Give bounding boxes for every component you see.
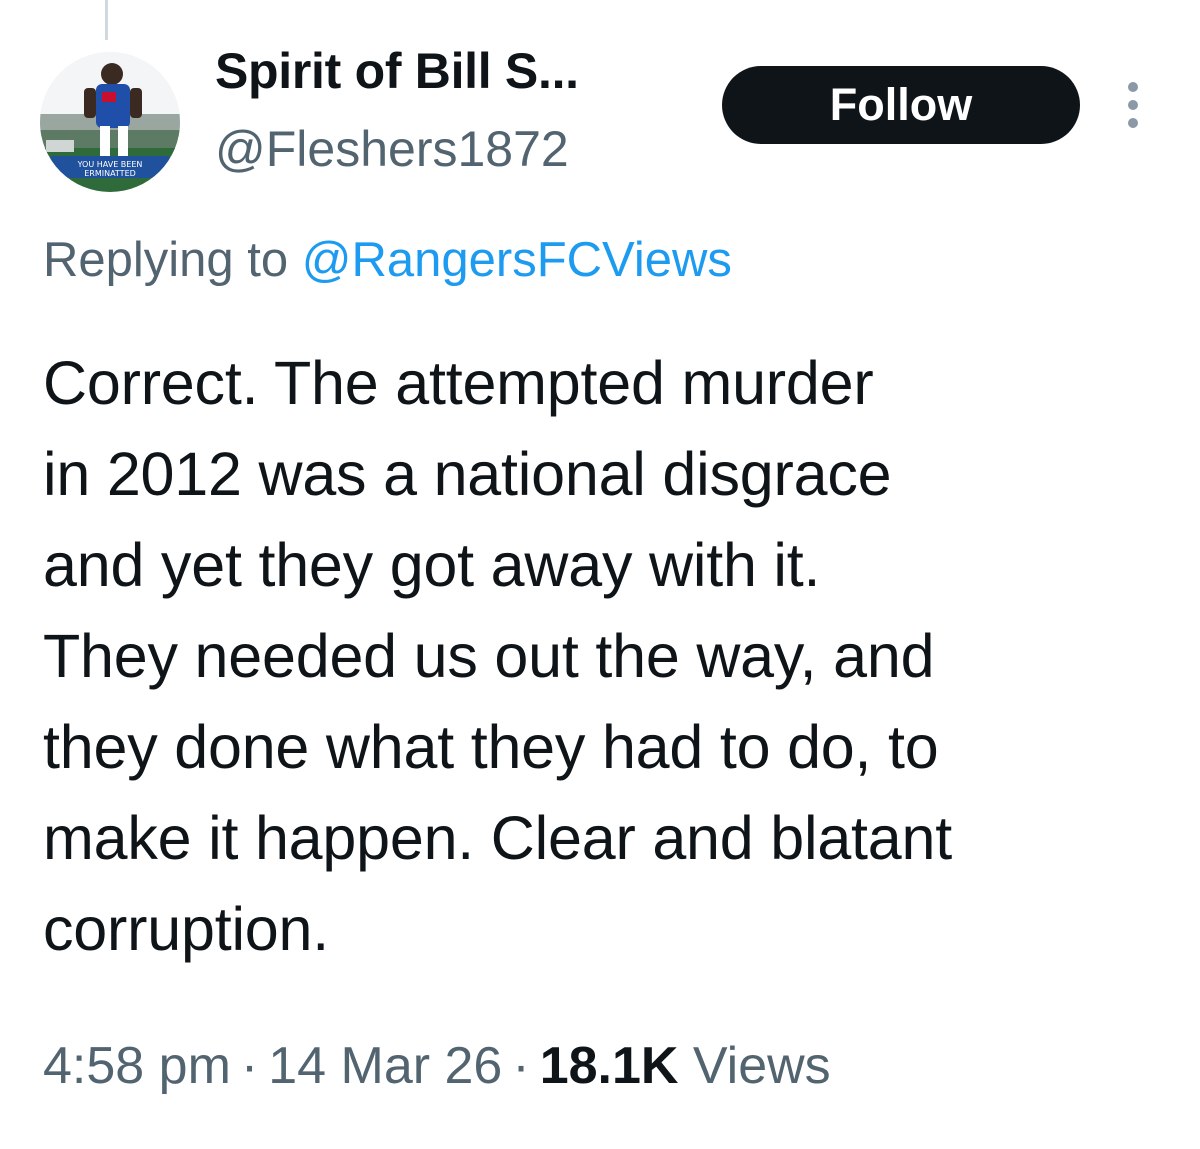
- more-dot: [1128, 100, 1138, 110]
- replying-to-line: Replying to @RangersFCViews: [43, 232, 732, 288]
- avatar-caption: YOU HAVE BEEN ERMINATTED: [77, 160, 143, 178]
- thread-connector-line: [105, 0, 108, 40]
- meta-separator: ·: [512, 1037, 530, 1095]
- follow-button[interactable]: Follow: [722, 66, 1080, 144]
- more-dot: [1128, 118, 1138, 128]
- tweet-text: Correct. The attempted murder in 2012 wa…: [43, 349, 952, 963]
- replying-to-mention-link[interactable]: @RangersFCViews: [302, 233, 732, 287]
- meta-separator: ·: [240, 1037, 259, 1095]
- replying-to-prefix: Replying to: [43, 233, 289, 287]
- more-dot: [1128, 82, 1138, 92]
- tweet-meta: 4:58 pm · 14 Mar 26 · 18.1K Views: [43, 1036, 831, 1096]
- tweet-time[interactable]: 4:58 pm: [43, 1037, 231, 1095]
- author-handle[interactable]: @Fleshers1872: [215, 120, 569, 178]
- tweet-date[interactable]: 14 Mar 26: [268, 1037, 502, 1095]
- more-vertical-icon[interactable]: [1117, 82, 1149, 128]
- avatar[interactable]: YOU HAVE BEEN ERMINATTED: [40, 52, 180, 192]
- views-count[interactable]: 18.1K: [540, 1037, 679, 1095]
- views-label: Views: [692, 1037, 831, 1095]
- author-display-name[interactable]: Spirit of Bill S...: [215, 42, 579, 100]
